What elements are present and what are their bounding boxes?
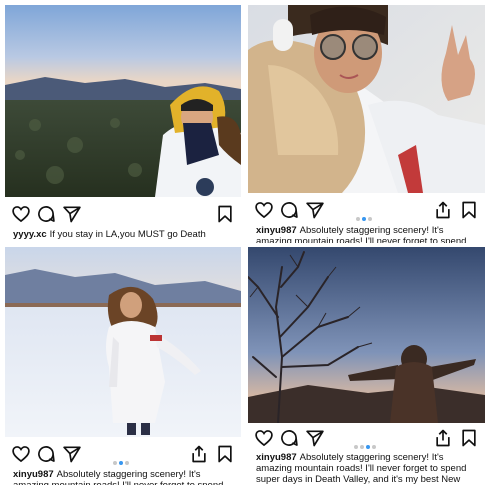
post-username[interactable]: yyyy.xc: [13, 229, 47, 240]
send-icon[interactable]: [62, 204, 82, 224]
post-username[interactable]: xinyu987: [256, 225, 297, 236]
post-photo-4[interactable]: [248, 247, 485, 423]
post-username[interactable]: xinyu987: [13, 469, 54, 480]
share-icon[interactable]: [433, 200, 453, 220]
comment-icon[interactable]: [279, 200, 299, 220]
carousel-dots: [355, 208, 373, 221]
carousel-dots: [112, 452, 130, 465]
carousel-dot-active: [119, 461, 123, 465]
send-icon[interactable]: [305, 428, 325, 448]
share-icon[interactable]: [189, 444, 209, 464]
post-card-1: yyyy.xc If you stay in LA,you MUST go Dea…: [5, 5, 241, 245]
post-photo-1[interactable]: [5, 5, 241, 197]
post-card-4: xinyu987 Absolutely staggering scenery! I…: [248, 247, 485, 485]
post-caption-3: xinyu987 Absolutely staggering scenery! I…: [13, 469, 233, 485]
carousel-dot: [372, 445, 376, 449]
carousel-dot-active: [366, 445, 370, 449]
carousel-dot-active: [362, 217, 366, 221]
bookmark-icon[interactable]: [215, 204, 235, 224]
share-icon[interactable]: [433, 428, 453, 448]
carousel-dot: [368, 217, 372, 221]
heart-icon[interactable]: [254, 200, 274, 220]
post-photo-3[interactable]: [5, 247, 241, 437]
carousel-dot: [354, 445, 358, 449]
carousel-dots: [353, 436, 377, 449]
post-caption-2: xinyu987 Absolutely staggering scenery! I…: [256, 225, 477, 243]
heart-icon[interactable]: [11, 204, 31, 224]
comment-icon[interactable]: [36, 204, 56, 224]
bookmark-icon[interactable]: [215, 444, 235, 464]
carousel-dot: [356, 217, 360, 221]
carousel-dot: [113, 461, 117, 465]
post-caption-1: yyyy.xc If you stay in LA,you MUST go Dea…: [13, 229, 233, 241]
post-actions-4: [248, 428, 485, 450]
post-actions-2: [248, 200, 485, 222]
carousel-dot: [125, 461, 129, 465]
heart-icon[interactable]: [254, 428, 274, 448]
comment-icon[interactable]: [36, 444, 56, 464]
post-actions-1: [5, 204, 241, 226]
post-card-3: xinyu987 Absolutely staggering scenery! I…: [5, 247, 241, 485]
send-icon[interactable]: [305, 200, 325, 220]
bookmark-icon[interactable]: [459, 200, 479, 220]
bookmark-icon[interactable]: [459, 428, 479, 448]
carousel-dot: [360, 445, 364, 449]
heart-icon[interactable]: [11, 444, 31, 464]
post-actions-3: [5, 444, 241, 466]
post-caption-4: xinyu987 Absolutely staggering scenery! I…: [256, 452, 477, 485]
post-username[interactable]: xinyu987: [256, 452, 297, 463]
comment-icon[interactable]: [279, 428, 299, 448]
send-icon[interactable]: [62, 444, 82, 464]
post-card-2: xinyu987 Absolutely staggering scenery! I…: [248, 5, 485, 245]
post-photo-2[interactable]: [248, 5, 485, 193]
